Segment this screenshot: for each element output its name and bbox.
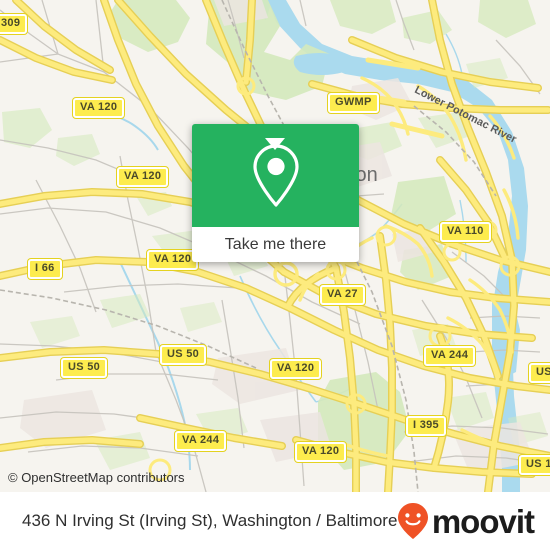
- take-me-there-label: Take me there: [224, 235, 327, 253]
- road-shield-gwmp: GWMP: [328, 93, 379, 113]
- road-shield-va120-a: VA 120: [73, 98, 125, 118]
- road-shield-va27: VA 27: [320, 285, 365, 305]
- location-address-label: 436 N Irving St (Irving St), Washington …: [22, 511, 398, 530]
- road-shield-us50-b: US 50: [61, 358, 108, 378]
- road-shield-va120-b: VA 120: [117, 167, 169, 187]
- location-pin-icon: [252, 143, 299, 207]
- road-shield-i66: I 66: [28, 259, 62, 279]
- road-shield-us1-b: US 1: [519, 455, 550, 475]
- road-shield-309: 309: [0, 14, 28, 34]
- map-canvas[interactable]: Lower Potomac River ton 309 VA 120 VA 12…: [0, 0, 550, 492]
- moovit-smiley-pin-icon: [397, 503, 428, 539]
- road-shield-us50-a: US 50: [160, 345, 207, 365]
- moovit-map-screenshot: Lower Potomac River ton 309 VA 120 VA 12…: [0, 0, 550, 550]
- road-shield-va120-d: VA 120: [270, 359, 322, 379]
- road-shield-us1-a: US 1: [529, 363, 550, 383]
- popup-action-area[interactable]: Take me there: [192, 227, 359, 262]
- road-shield-va120-c: VA 120: [147, 250, 199, 270]
- road-shield-va120-e: VA 120: [295, 442, 347, 462]
- bottom-info-bar: 436 N Irving St (Irving St), Washington …: [0, 492, 550, 550]
- road-shield-va110: VA 110: [440, 222, 491, 242]
- road-shield-va244-b: VA 244: [175, 431, 227, 451]
- road-shield-i395: I 395: [406, 416, 446, 436]
- popup-pointer-tail: [265, 138, 285, 150]
- road-shield-va244-a: VA 244: [424, 346, 476, 366]
- moovit-wordmark: moovit: [431, 502, 535, 540]
- map-attribution[interactable]: © OpenStreetMap contributors: [8, 470, 185, 485]
- moovit-brand-logo[interactable]: moovit: [396, 502, 535, 540]
- lake: [293, 53, 348, 75]
